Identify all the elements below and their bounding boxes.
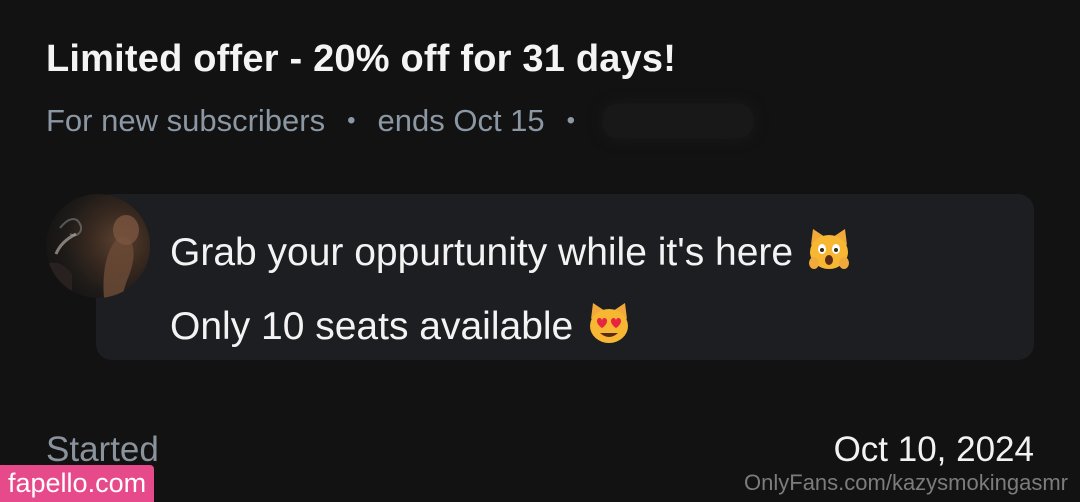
avatar-image bbox=[46, 215, 139, 298]
message-line-1: Grab your oppurtunity while it's here bbox=[170, 220, 853, 294]
offer-title: Limited offer - 20% off for 31 days! bbox=[46, 38, 677, 80]
smiling-cat-heart-eyes-icon bbox=[585, 299, 633, 368]
offer-audience: For new subscribers bbox=[46, 103, 326, 138]
message-line-2-text: Only 10 seats available bbox=[170, 305, 574, 348]
weary-cat-face-icon bbox=[805, 225, 853, 294]
avatar[interactable] bbox=[46, 194, 150, 298]
message-line-2: Only 10 seats available bbox=[170, 294, 853, 368]
offer-end-date: ends Oct 15 bbox=[377, 103, 545, 138]
watermark-text: OnlyFans.com/kazysmokingasmr bbox=[744, 470, 1068, 495]
blurred-meta-value bbox=[603, 104, 754, 138]
meta-separator-2: • bbox=[566, 107, 576, 134]
message-line-1-text: Grab your oppurtunity while it's here bbox=[170, 231, 794, 274]
message-text: Grab your oppurtunity while it's here On… bbox=[170, 220, 853, 368]
watermark-badge: fapello.com bbox=[0, 465, 155, 502]
started-label: Started bbox=[46, 430, 159, 469]
meta-separator: • bbox=[347, 107, 356, 134]
started-date: Oct 10, 2024 bbox=[833, 430, 1034, 469]
offer-meta: For new subscribers • ends Oct 15 • bbox=[46, 103, 754, 139]
